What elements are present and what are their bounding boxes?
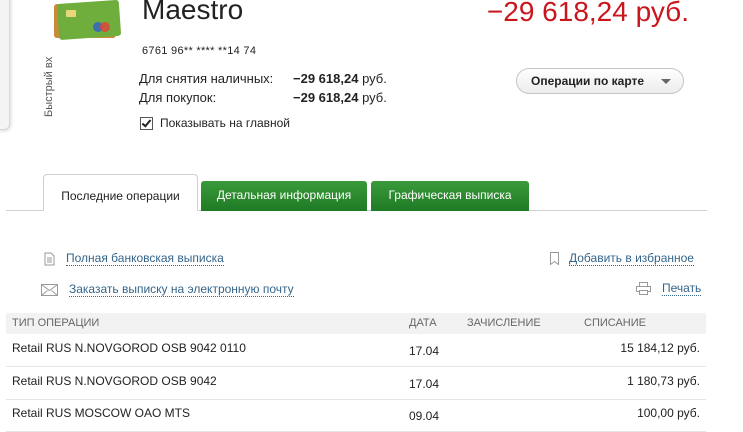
table-row[interactable]: Retail RUS N.NOVGOROD OSB 9042 17.04 1 1… (6, 367, 706, 400)
chevron-down-icon (661, 79, 671, 84)
operations-table-header: ТИП ОПЕРАЦИИ ДАТА ЗАЧИСЛЕНИЕ СПИСАНИЕ (6, 313, 706, 334)
purchase-balance-row: Для покупок: −29 618,24 руб. (139, 90, 387, 105)
card-balance: −29 618,24 руб. (486, 0, 689, 27)
table-row[interactable]: Retail RUS MOSCOW OAO MTS 09.04 100,00 р… (6, 399, 706, 432)
print-label: Печать (662, 281, 702, 296)
purchase-currency: руб. (362, 90, 387, 105)
full-statement-link[interactable]: Полная банковская выписка (44, 251, 224, 266)
maestro-card-icon (54, 0, 121, 40)
row-debit: 15 184,12 руб. (620, 341, 700, 355)
cash-balance-amount: −29 618,24 (293, 71, 359, 86)
show-on-main-label: Показывать на главной (160, 116, 291, 130)
row-type: Retail RUS N.NOVGOROD OSB 9042 0110 (12, 341, 246, 355)
email-statement-link[interactable]: Заказать выписку на электронную почту (41, 282, 294, 297)
row-debit: 100,00 руб. (637, 406, 700, 420)
row-date: 17.04 (409, 344, 440, 358)
row-debit: 1 180,73 руб. (627, 374, 700, 388)
cash-balance-row: Для снятия наличных: −29 618,24 руб. (139, 71, 387, 86)
tab-recent-operations[interactable]: Последние операции (43, 174, 198, 211)
email-statement-label: Заказать выписку на электронную почту (69, 282, 294, 297)
row-date: 17.04 (409, 377, 440, 391)
add-favorite-link[interactable]: Добавить в избранное (550, 251, 694, 266)
bookmark-icon (550, 252, 559, 265)
card-operations-label: Операции по карте (531, 74, 645, 88)
table-row[interactable]: Retail RUS N.NOVGOROD OSB 9042 0110 17.0… (6, 334, 706, 367)
card-number: 6761 96** **** **14 74 (142, 45, 257, 57)
show-on-main-option[interactable]: Показывать на главной (140, 116, 290, 130)
row-type: Retail RUS N.NOVGOROD OSB 9042 (12, 374, 217, 388)
tab-graphical-statement[interactable]: Графическая выписка (371, 181, 529, 211)
header-debit: СПИСАНИЕ (584, 317, 646, 329)
purchase-balance-amount: −29 618,24 (293, 90, 359, 105)
show-on-main-checkbox[interactable] (140, 116, 153, 130)
header-credit: ЗАЧИСЛЕНИЕ (467, 317, 541, 329)
envelope-icon (41, 283, 58, 296)
row-type: Retail RUS MOSCOW OAO MTS (12, 406, 191, 420)
header-date: ДАТА (409, 317, 437, 329)
document-icon (44, 252, 55, 265)
purchase-balance-label: Для покупок: (139, 90, 217, 105)
tab-detailed-info[interactable]: Детальная информация (201, 181, 367, 211)
card-operations-dropdown[interactable]: Операции по карте (516, 68, 684, 94)
quick-access-tab[interactable]: Быстрый вх (0, 0, 55, 130)
row-date: 09.04 (409, 409, 440, 423)
print-link[interactable]: Печать (636, 281, 702, 296)
full-statement-label: Полная банковская выписка (66, 251, 224, 266)
cash-currency: руб. (362, 71, 387, 86)
cash-balance-label: Для снятия наличных: (139, 71, 274, 86)
card-title: Maestro (142, 0, 244, 25)
header-type: ТИП ОПЕРАЦИИ (12, 317, 100, 329)
printer-icon (636, 282, 651, 295)
add-favorite-label: Добавить в избранное (569, 251, 694, 266)
